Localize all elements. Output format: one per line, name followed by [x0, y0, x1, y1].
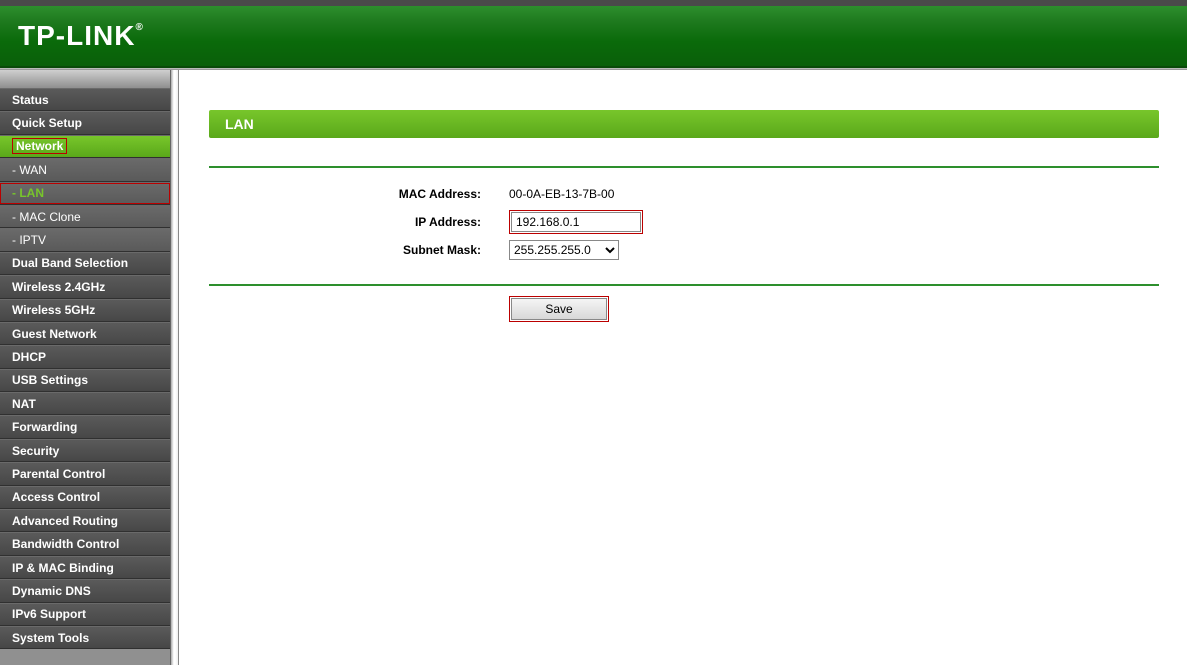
subnet-mask-select[interactable]: 255.255.255.0 [509, 240, 619, 260]
sidebar-item-ip-mac-binding[interactable]: IP & MAC Binding [0, 556, 170, 579]
sidebar-item-wireless-24[interactable]: Wireless 2.4GHz [0, 275, 170, 298]
row-subnet-mask: Subnet Mask: 255.255.255.0 [209, 236, 1159, 264]
sidebar-item-wan[interactable]: - WAN [0, 158, 170, 181]
sidebar-item-usb-settings[interactable]: USB Settings [0, 369, 170, 392]
sidebar-item-lan[interactable]: - LAN [0, 182, 170, 205]
sidebar-item-advanced-routing[interactable]: Advanced Routing [0, 509, 170, 532]
sidebar-item-iptv[interactable]: - IPTV [0, 228, 170, 251]
row-mac-address: MAC Address: 00-0A-EB-13-7B-00 [209, 180, 1159, 208]
sidebar: Status Quick Setup Network - WAN - LAN -… [0, 70, 170, 665]
sidebar-item-parental-control[interactable]: Parental Control [0, 462, 170, 485]
sidebar-item-dynamic-dns[interactable]: Dynamic DNS [0, 579, 170, 602]
highlight-save-button: Save [509, 296, 609, 322]
sidebar-item-dual-band[interactable]: Dual Band Selection [0, 252, 170, 275]
main-content: LAN MAC Address: 00-0A-EB-13-7B-00 IP Ad… [179, 70, 1187, 665]
lan-form: MAC Address: 00-0A-EB-13-7B-00 IP Addres… [209, 180, 1159, 264]
sidebar-item-bandwidth-control[interactable]: Bandwidth Control [0, 532, 170, 555]
sidebar-item-guest-network[interactable]: Guest Network [0, 322, 170, 345]
section-rule-bottom [209, 284, 1159, 286]
content-container: Status Quick Setup Network - WAN - LAN -… [0, 70, 1187, 665]
sidebar-item-status[interactable]: Status [0, 88, 170, 111]
label-ip-address: IP Address: [209, 215, 509, 229]
save-row: Save [209, 296, 1159, 322]
sidebar-item-quick-setup[interactable]: Quick Setup [0, 111, 170, 134]
label-mac-address: MAC Address: [209, 187, 509, 201]
sidebar-item-mac-clone[interactable]: - MAC Clone [0, 205, 170, 228]
sidebar-item-network[interactable]: Network [0, 135, 170, 158]
vertical-divider [170, 70, 179, 665]
sidebar-item-ipv6-support[interactable]: IPv6 Support [0, 603, 170, 626]
sidebar-menu: Status Quick Setup Network - WAN - LAN -… [0, 88, 170, 649]
row-ip-address: IP Address: [209, 208, 1159, 236]
app-header: TP-LINK® [0, 0, 1187, 68]
page-title: LAN [209, 110, 1159, 138]
value-mac-address: 00-0A-EB-13-7B-00 [509, 187, 614, 201]
brand-logo: TP-LINK® [18, 20, 144, 52]
sidebar-top-gradient [0, 70, 170, 88]
sidebar-item-forwarding[interactable]: Forwarding [0, 415, 170, 438]
section-rule-top [209, 166, 1159, 168]
save-button[interactable]: Save [511, 298, 607, 320]
ip-address-input[interactable] [511, 212, 641, 232]
sidebar-item-system-tools[interactable]: System Tools [0, 626, 170, 649]
sidebar-item-nat[interactable]: NAT [0, 392, 170, 415]
highlight-ip-input [509, 210, 643, 234]
sidebar-item-dhcp[interactable]: DHCP [0, 345, 170, 368]
sidebar-item-access-control[interactable]: Access Control [0, 486, 170, 509]
sidebar-item-wireless-5[interactable]: Wireless 5GHz [0, 299, 170, 322]
label-subnet-mask: Subnet Mask: [209, 243, 509, 257]
sidebar-item-security[interactable]: Security [0, 439, 170, 462]
